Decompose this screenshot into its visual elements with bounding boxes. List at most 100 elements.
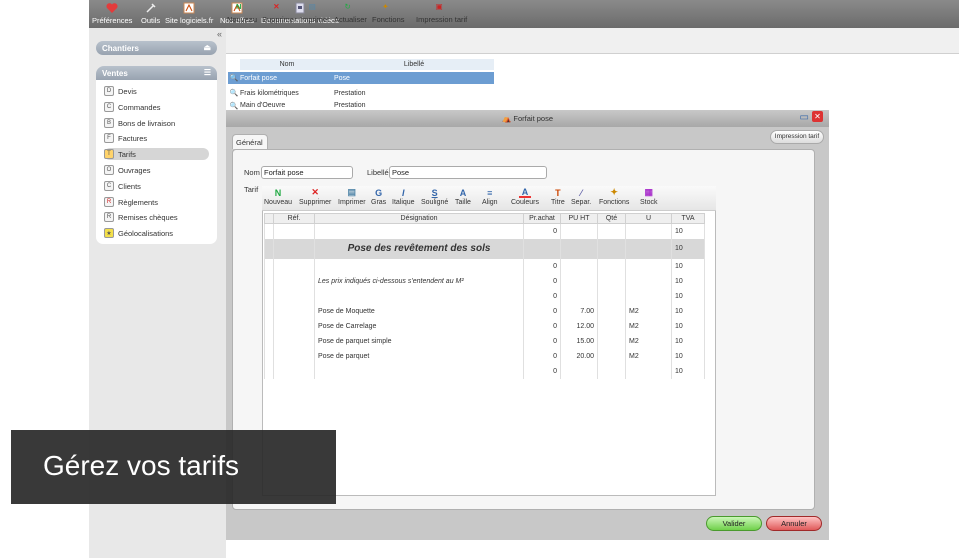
- prachat-cell[interactable]: 0: [523, 288, 561, 304]
- site-logiciels-button[interactable]: Site logiciels.fr: [165, 2, 213, 25]
- valider-button[interactable]: Valider: [706, 516, 762, 531]
- list-row[interactable]: 🔍 Frais kilométriques Prestation: [228, 87, 494, 99]
- u-cell[interactable]: M2: [625, 303, 672, 319]
- tva-cell[interactable]: 10: [671, 348, 705, 364]
- tva-cell[interactable]: 10: [671, 223, 705, 239]
- ref-cell[interactable]: [273, 303, 315, 319]
- modal-title-bar[interactable]: ⛺ Forfait pose ▭ ✕: [226, 110, 829, 127]
- sidebar-item-devis[interactable]: D Devis: [104, 85, 137, 97]
- table-row[interactable]: 0 10: [264, 223, 705, 239]
- designation-cell[interactable]: Pose de Carrelage: [314, 318, 524, 334]
- tab-general[interactable]: Général: [232, 134, 268, 149]
- table-row[interactable]: 0 10: [264, 258, 705, 274]
- tva-cell[interactable]: 10: [671, 288, 705, 304]
- qte-cell[interactable]: [597, 223, 626, 239]
- prachat-cell[interactable]: 0: [523, 363, 561, 379]
- sidebar-item-reglements[interactable]: R Règlements: [104, 196, 158, 208]
- nom-field[interactable]: Forfait pose: [261, 166, 353, 179]
- ref-cell[interactable]: [273, 318, 315, 334]
- designation-cell[interactable]: [314, 288, 524, 304]
- u-cell[interactable]: [625, 223, 672, 239]
- ref-cell[interactable]: [273, 363, 315, 379]
- sidebar-item-clients[interactable]: C Clients: [104, 180, 141, 192]
- qte-cell[interactable]: [597, 333, 626, 349]
- tva-cell[interactable]: 10: [671, 303, 705, 319]
- u-cell[interactable]: [625, 258, 672, 274]
- ref-cell[interactable]: [273, 258, 315, 274]
- table-row[interactable]: Les prix indiqués ci-dessous s'entendent…: [264, 273, 705, 289]
- designation-cell[interactable]: Pose des revêtement des sols: [314, 238, 524, 259]
- table-row[interactable]: Pose de Moquette 0 7.00 M2 10: [264, 303, 705, 319]
- qte-cell[interactable]: [597, 303, 626, 319]
- tva-cell[interactable]: 10: [671, 318, 705, 334]
- tarif-imprimer-button[interactable]: ▤ Imprimer: [338, 187, 366, 206]
- prachat-cell[interactable]: 0: [523, 318, 561, 334]
- prachat-cell[interactable]: 0: [523, 223, 561, 239]
- u-cell[interactable]: [625, 363, 672, 379]
- table-row[interactable]: 0 10: [264, 363, 705, 379]
- u-cell[interactable]: [625, 288, 672, 304]
- prachat-cell[interactable]: 0: [523, 303, 561, 319]
- column-prachat[interactable]: Pr.achat: [523, 213, 561, 224]
- prachat-cell[interactable]: 0: [523, 348, 561, 364]
- tarif-nouveau-button[interactable]: N Nouveau: [264, 187, 292, 207]
- list-row[interactable]: 🔍 Main d'Oeuvre Prestation: [228, 101, 494, 110]
- impression-tarif-button[interactable]: ▣ Impression tarif: [416, 2, 467, 24]
- ref-cell[interactable]: [273, 273, 315, 289]
- puht-cell[interactable]: [560, 258, 598, 274]
- ref-cell[interactable]: [273, 238, 315, 259]
- taille-button[interactable]: A Taille: [455, 187, 471, 207]
- puht-cell[interactable]: [560, 223, 598, 239]
- column-libelle[interactable]: Libellé: [334, 59, 494, 70]
- puht-cell[interactable]: 12.00: [560, 318, 598, 334]
- puht-cell[interactable]: [560, 288, 598, 304]
- close-icon[interactable]: ✕: [812, 111, 823, 122]
- impression-tarif-modal-button[interactable]: Impression tarif: [770, 130, 824, 144]
- ventes-panel-header[interactable]: Ventes ☰: [96, 66, 217, 80]
- designation-cell[interactable]: [314, 258, 524, 274]
- column-designation[interactable]: Désignation: [314, 213, 524, 224]
- tarif-supprimer-button[interactable]: ✕ Supprimer: [299, 187, 331, 206]
- souligne-button[interactable]: S Souligné: [421, 187, 448, 207]
- annuler-button[interactable]: Annuler: [766, 516, 822, 531]
- sidebar-item-factures[interactable]: F Factures: [104, 132, 147, 144]
- column-qte[interactable]: Qté: [597, 213, 626, 224]
- column-puht[interactable]: PU HT: [560, 213, 598, 224]
- table-row[interactable]: Pose des revêtement des sols 10: [264, 238, 705, 259]
- puht-cell[interactable]: 20.00: [560, 348, 598, 364]
- u-cell[interactable]: M2: [625, 318, 672, 334]
- sidebar-item-tarifs[interactable]: T Tarifs: [104, 148, 209, 160]
- preferences-button[interactable]: Préférences: [92, 2, 132, 25]
- sidebar-item-ouvrages[interactable]: O Ouvrages: [104, 164, 151, 176]
- tva-cell[interactable]: 10: [671, 273, 705, 289]
- column-nom[interactable]: Nom: [240, 59, 334, 70]
- qte-cell[interactable]: [597, 273, 626, 289]
- tva-cell[interactable]: 10: [671, 363, 705, 379]
- stock-button[interactable]: ▦ Stock: [640, 187, 658, 206]
- fonctions-button[interactable]: ✦ Fonctions: [372, 2, 405, 24]
- italique-button[interactable]: I Italique: [392, 187, 415, 207]
- libelle-field[interactable]: Pose: [389, 166, 547, 179]
- table-row[interactable]: Pose de parquet 0 20.00 M2 10: [264, 348, 705, 364]
- nouveau-button[interactable]: N Nouveau: [227, 2, 257, 24]
- sidebar-item-geolocalisations[interactable]: ★ Géolocalisations: [104, 227, 173, 239]
- align-button[interactable]: ≡ Align: [482, 187, 498, 207]
- puht-cell[interactable]: [560, 273, 598, 289]
- sidebar-item-bons-de-livraison[interactable]: B Bons de livraison: [104, 117, 175, 129]
- designation-cell[interactable]: Les prix indiqués ci-dessous s'entendent…: [314, 273, 524, 289]
- puht-cell[interactable]: [560, 363, 598, 379]
- qte-cell[interactable]: [597, 348, 626, 364]
- separ-button[interactable]: ⁄ Separ.: [571, 187, 591, 207]
- qte-cell[interactable]: [597, 238, 626, 259]
- window-icon[interactable]: ▭: [800, 112, 809, 123]
- designation-cell[interactable]: Pose de parquet simple: [314, 333, 524, 349]
- u-cell[interactable]: [625, 238, 672, 259]
- prachat-cell[interactable]: 0: [523, 258, 561, 274]
- designation-cell[interactable]: Pose de parquet: [314, 348, 524, 364]
- ref-cell[interactable]: [273, 333, 315, 349]
- imprimer-button[interactable]: ▤ Imprimer: [300, 2, 330, 24]
- couleurs-button[interactable]: A Couleurs: [511, 187, 539, 207]
- tva-cell[interactable]: 10: [671, 333, 705, 349]
- u-cell[interactable]: [625, 273, 672, 289]
- column-tva[interactable]: TVA: [671, 213, 705, 224]
